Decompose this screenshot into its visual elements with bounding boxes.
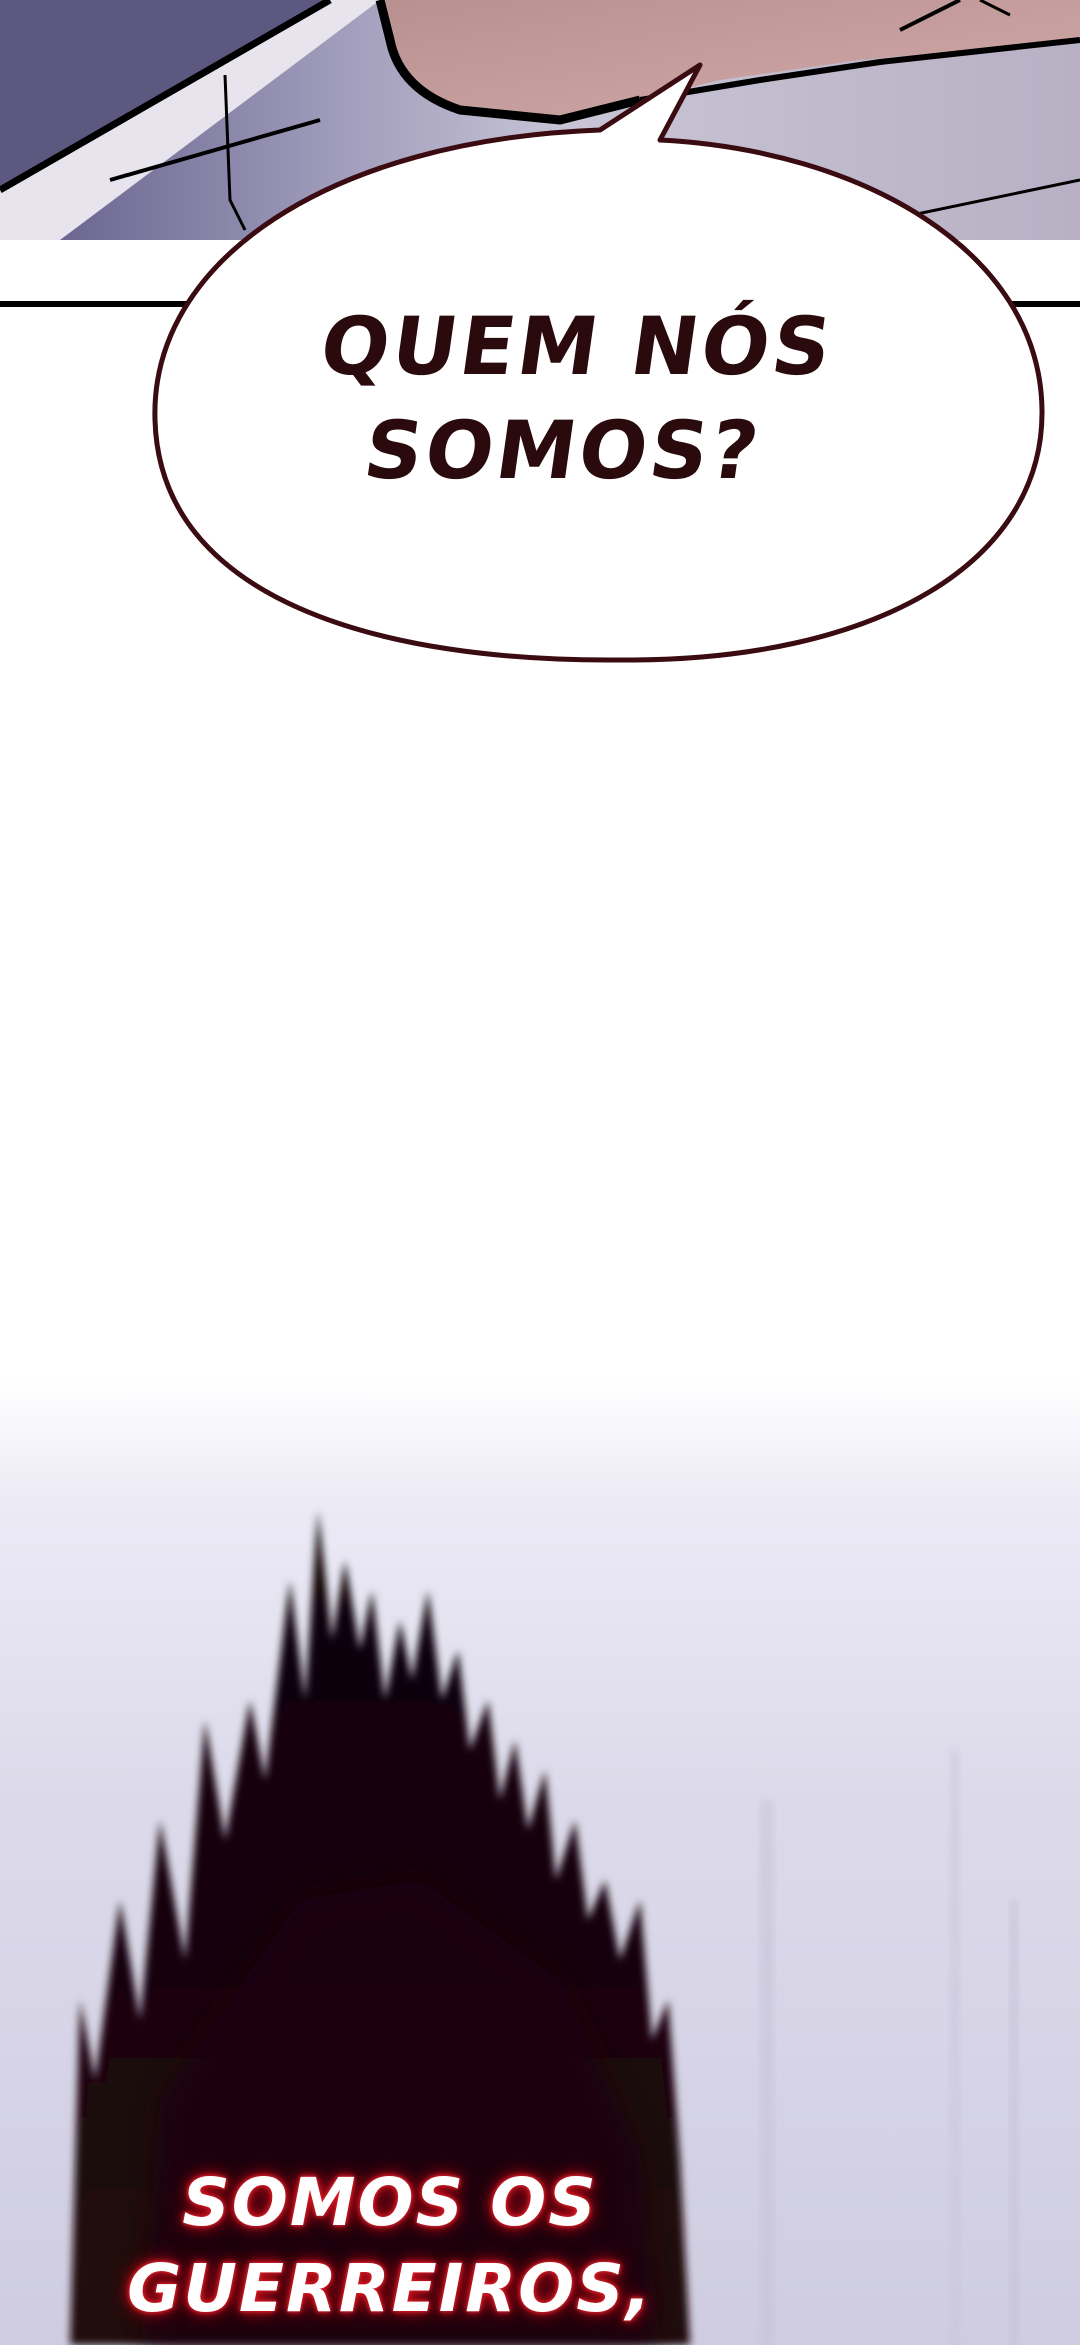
speech-line-1: QUEM NÓS xyxy=(315,300,840,393)
speech-bubble-text: QUEM NÓS SOMOS? xyxy=(245,295,894,503)
speech-line-2: SOMOS? xyxy=(358,404,767,497)
background-haze xyxy=(760,1750,1018,2345)
comic-page: QUEM NÓS SOMOS? SOMOS OS GUERREIROS, xyxy=(0,0,1080,2345)
narration-line-1: SOMOS OS xyxy=(182,2164,598,2241)
narration-text: SOMOS OS GUERREIROS, xyxy=(80,2160,700,2332)
narration-line-2: GUERREIROS, xyxy=(127,2250,653,2327)
